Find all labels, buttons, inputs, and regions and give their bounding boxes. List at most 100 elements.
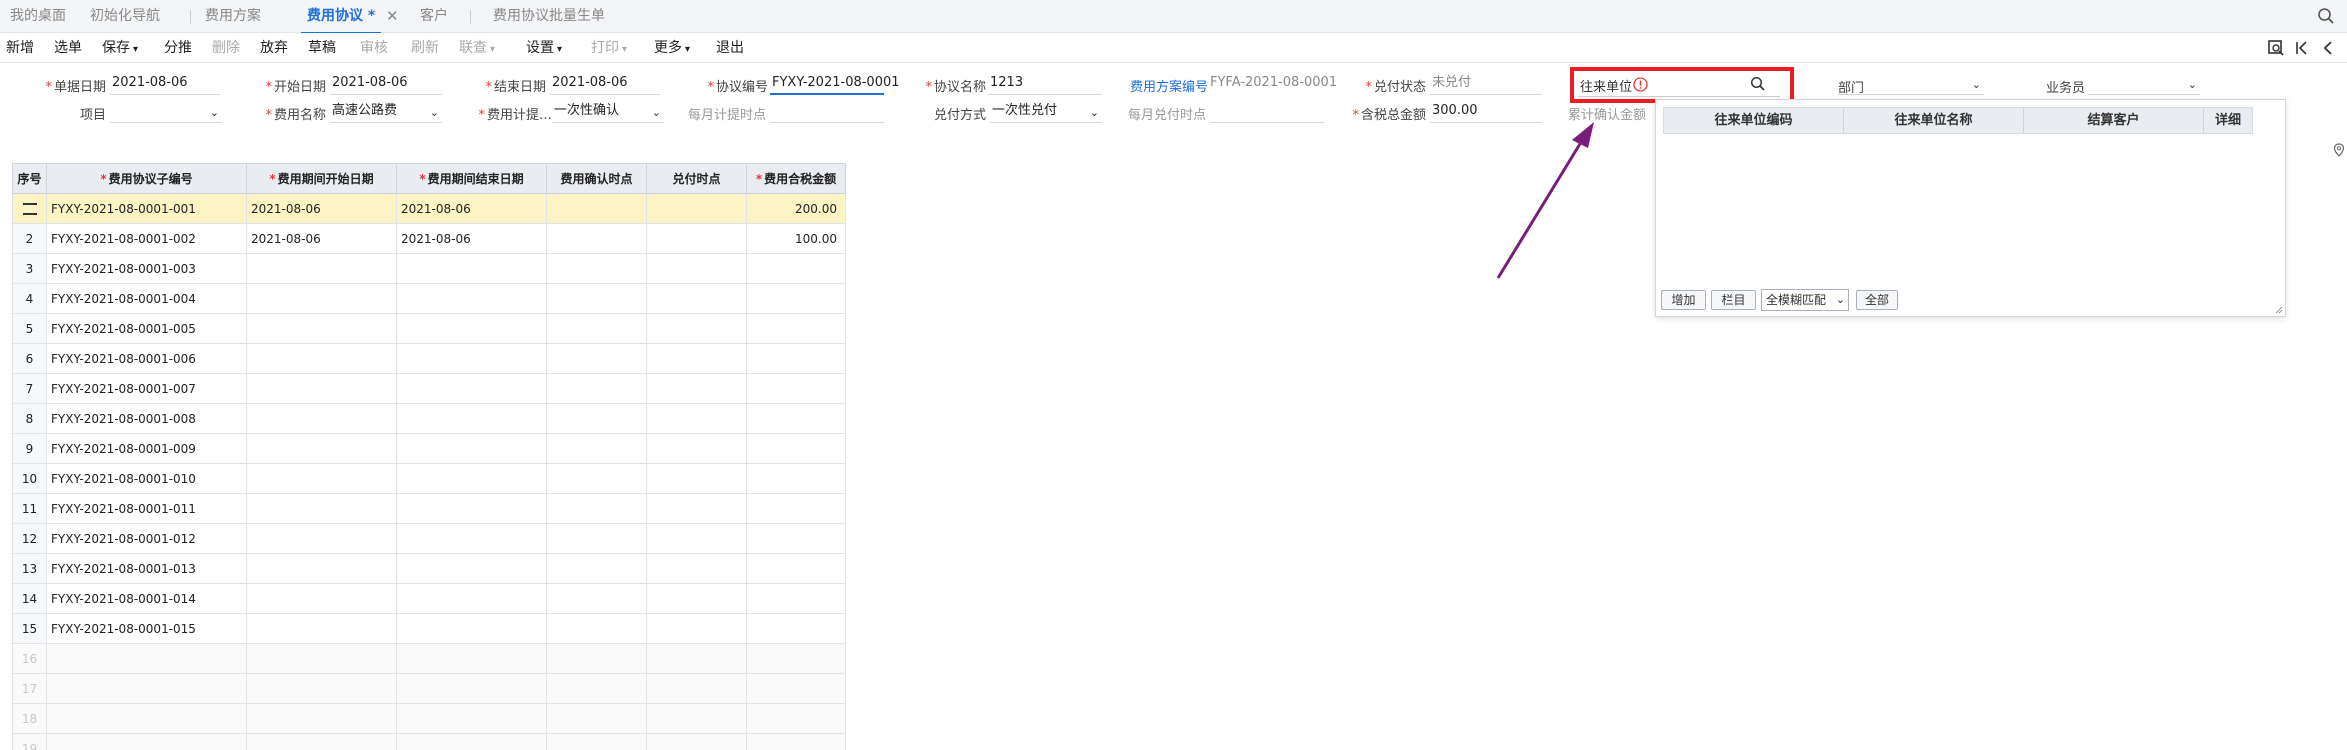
pay-time-cell[interactable]: [646, 703, 747, 734]
table-row[interactable]: 6 FYXY-2021-08-0001-006: [12, 343, 846, 374]
pay-time-cell[interactable]: [646, 493, 747, 524]
delete-button[interactable]: 删除: [212, 33, 240, 63]
start-date-field[interactable]: 2021-08-06: [330, 73, 442, 95]
period-start-cell[interactable]: [246, 283, 397, 314]
period-end-cell[interactable]: [396, 343, 547, 374]
amount-cell[interactable]: [746, 733, 846, 750]
confirm-time-cell[interactable]: [546, 703, 647, 734]
seq-cell[interactable]: 12: [12, 523, 47, 554]
sub-code-cell[interactable]: FYXY-2021-08-0001-006: [46, 343, 247, 374]
monthly-pay-field[interactable]: [1210, 101, 1324, 123]
locate-icon[interactable]: [2267, 39, 2285, 57]
confirm-time-cell[interactable]: [546, 643, 647, 674]
seq-cell[interactable]: 19: [12, 733, 47, 750]
col-confirm-time[interactable]: 费用确认时点: [546, 163, 647, 194]
amount-cell[interactable]: [746, 313, 846, 344]
search-icon[interactable]: [2317, 7, 2335, 25]
period-end-cell[interactable]: [396, 643, 547, 674]
period-end-cell[interactable]: [396, 523, 547, 554]
confirm-time-cell[interactable]: [546, 343, 647, 374]
pay-time-cell[interactable]: [646, 193, 747, 224]
abandon-button[interactable]: 放弃: [260, 33, 288, 63]
split-button[interactable]: 分推: [164, 33, 192, 63]
amount-cell[interactable]: [746, 703, 846, 734]
col-sub-code[interactable]: * 费用协议子编号: [46, 163, 247, 194]
table-row[interactable]: 11 FYXY-2021-08-0001-011: [12, 493, 846, 524]
seq-cell[interactable]: 13: [12, 553, 47, 584]
confirm-time-cell[interactable]: [546, 433, 647, 464]
amount-cell[interactable]: [746, 283, 846, 314]
period-end-cell[interactable]: [396, 313, 547, 344]
period-start-cell[interactable]: [246, 343, 397, 374]
confirm-time-cell[interactable]: [546, 373, 647, 404]
sub-code-cell[interactable]: [46, 643, 247, 674]
pay-time-cell[interactable]: [646, 613, 747, 644]
doc-date-field[interactable]: 2021-08-06: [110, 73, 220, 95]
col-amount[interactable]: * 费用合税金额: [746, 163, 846, 194]
confirm-time-cell[interactable]: [546, 223, 647, 254]
amount-cell[interactable]: [746, 343, 846, 374]
amount-cell[interactable]: [746, 373, 846, 404]
agreement-no-field[interactable]: FYXY-2021-08-0001: [770, 73, 900, 95]
period-start-cell[interactable]: [246, 403, 397, 434]
seq-cell[interactable]: 11: [12, 493, 47, 524]
period-start-cell[interactable]: [246, 673, 397, 704]
sub-code-cell[interactable]: FYXY-2021-08-0001-013: [46, 553, 247, 584]
table-row[interactable]: 7 FYXY-2021-08-0001-007: [12, 373, 846, 404]
period-end-cell[interactable]: [396, 703, 547, 734]
confirm-time-cell[interactable]: [546, 523, 647, 554]
tab-customer[interactable]: 客户: [420, 0, 448, 33]
confirm-time-cell[interactable]: [546, 613, 647, 644]
popup-column-button[interactable]: 栏目: [1711, 290, 1756, 310]
amount-cell[interactable]: [746, 253, 846, 284]
amount-cell[interactable]: [746, 403, 846, 434]
seq-cell[interactable]: 4: [12, 283, 47, 314]
period-start-cell[interactable]: [246, 733, 397, 750]
confirm-time-cell[interactable]: [546, 463, 647, 494]
period-start-cell[interactable]: [246, 643, 397, 674]
first-page-icon[interactable]: [2293, 39, 2311, 57]
period-end-cell[interactable]: 2021-08-06: [396, 193, 547, 224]
col-pay-time[interactable]: 兑付时点: [646, 163, 747, 194]
table-row[interactable]: 12 FYXY-2021-08-0001-012: [12, 523, 846, 554]
match-mode-select[interactable]: 全模糊匹配 ⌄: [1761, 289, 1849, 311]
period-end-cell[interactable]: [396, 373, 547, 404]
seq-cell[interactable]: 14: [12, 583, 47, 614]
period-start-cell[interactable]: [246, 703, 397, 734]
table-row[interactable]: 16: [12, 643, 846, 674]
seq-cell[interactable]: 8: [12, 403, 47, 434]
close-icon[interactable]: ✕: [386, 0, 399, 33]
inquiry-button[interactable]: 联查 ▾: [459, 33, 495, 65]
pay-time-cell[interactable]: [646, 343, 747, 374]
sub-code-cell[interactable]: [46, 703, 247, 734]
confirm-time-cell[interactable]: [546, 283, 647, 314]
period-end-cell[interactable]: 2021-08-06: [396, 223, 547, 254]
end-date-field[interactable]: 2021-08-06: [550, 73, 660, 95]
amount-cell[interactable]: [746, 523, 846, 554]
refresh-button[interactable]: 刷新: [411, 33, 439, 63]
popup-add-button[interactable]: 增加: [1661, 290, 1706, 310]
monthly-accrual-field[interactable]: [770, 101, 884, 123]
print-button[interactable]: 打印 ▾: [591, 33, 627, 65]
table-row[interactable]: 13 FYXY-2021-08-0001-013: [12, 553, 846, 584]
period-start-cell[interactable]: [246, 253, 397, 284]
table-row[interactable]: 18: [12, 703, 846, 734]
seq-cell[interactable]: 9: [12, 433, 47, 464]
amount-cell[interactable]: [746, 493, 846, 524]
plan-no-link[interactable]: 费用方案编号: [1120, 76, 1208, 95]
period-end-cell[interactable]: [396, 613, 547, 644]
sub-code-cell[interactable]: [46, 733, 247, 750]
audit-button[interactable]: 审核: [360, 33, 388, 63]
table-row[interactable]: 10 FYXY-2021-08-0001-010: [12, 463, 846, 494]
period-start-cell[interactable]: 2021-08-06: [246, 223, 397, 254]
accrual-select[interactable]: 一次性确认 ⌄: [552, 101, 664, 123]
confirm-time-cell[interactable]: [546, 583, 647, 614]
table-row[interactable]: 9 FYXY-2021-08-0001-009: [12, 433, 846, 464]
pay-method-select[interactable]: 一次性兑付 ⌄: [990, 101, 1102, 123]
amount-cell[interactable]: [746, 613, 846, 644]
tab-init-nav[interactable]: 初始化导航: [90, 0, 160, 33]
confirm-time-cell[interactable]: [546, 493, 647, 524]
sub-code-cell[interactable]: FYXY-2021-08-0001-010: [46, 463, 247, 494]
sub-code-cell[interactable]: FYXY-2021-08-0001-011: [46, 493, 247, 524]
pay-time-cell[interactable]: [646, 433, 747, 464]
